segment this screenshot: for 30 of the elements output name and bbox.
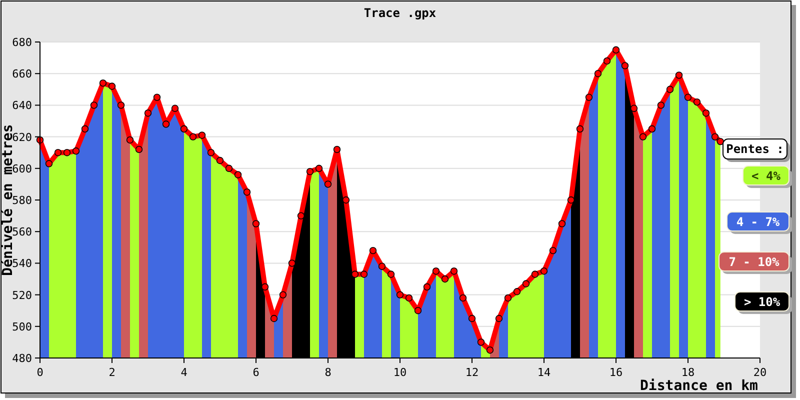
tick-label: 20	[753, 366, 767, 379]
tick-label: 660	[12, 68, 32, 81]
tick-label: 4	[180, 366, 188, 379]
tick-label: 540	[12, 257, 32, 270]
tick-label: 10	[393, 366, 407, 379]
tick-label: 620	[12, 130, 32, 144]
tick-label: 600	[12, 162, 32, 176]
tick-label: 6	[252, 366, 260, 379]
tick-label: 480	[12, 352, 32, 365]
tick-label: 16	[609, 366, 623, 379]
tick-label: 0	[36, 366, 44, 379]
tick-label: 12	[465, 366, 479, 379]
tick-label: 520	[12, 288, 32, 302]
legend-item: 4 - 7%	[726, 212, 792, 234]
tick-label: 680	[12, 36, 32, 49]
legend-item: < 4%	[742, 166, 792, 188]
tick-label: 2	[108, 366, 116, 379]
chart-title: Trace .gpx	[364, 6, 436, 20]
tick-label: 8	[324, 366, 332, 379]
series-label: 4 - 7%	[736, 215, 780, 229]
legend-item: 7 - 10%	[718, 252, 792, 274]
axis-title: Distance en km	[640, 378, 758, 394]
tick-label: 500	[12, 320, 32, 334]
legend-title: Pentes :	[722, 138, 790, 162]
legend-item: > 10%	[734, 292, 792, 314]
tick-label: 580	[12, 194, 32, 207]
tick-label: 14	[537, 366, 551, 379]
tick-label: 640	[12, 99, 32, 112]
tick-label: 560	[12, 226, 32, 239]
tick-label: 18	[681, 366, 695, 379]
